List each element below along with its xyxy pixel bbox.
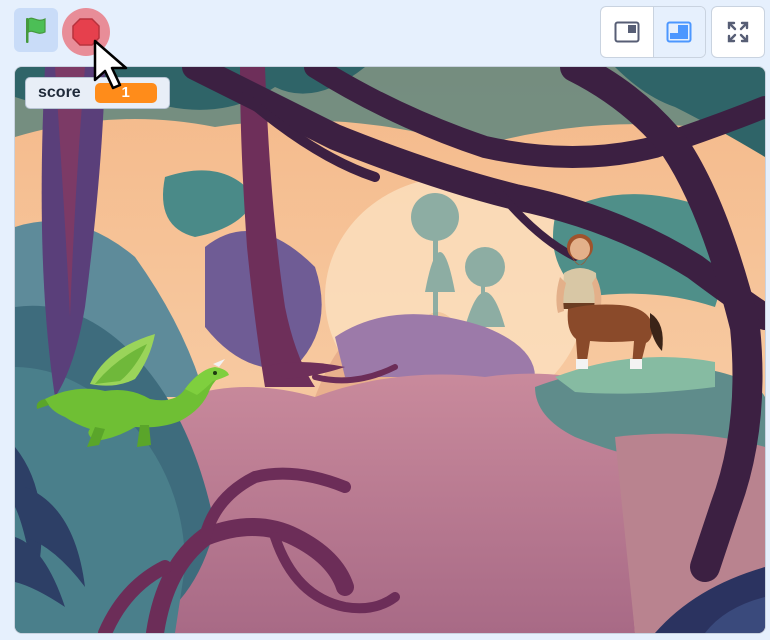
dragon-sprite[interactable] (35, 329, 235, 454)
small-stage-icon (614, 21, 640, 43)
stop-button[interactable] (62, 8, 110, 56)
normal-stage-button[interactable] (652, 7, 705, 57)
fullscreen-button[interactable] (711, 6, 765, 58)
stop-sign-icon (72, 18, 100, 46)
score-monitor-value: 1 (94, 83, 157, 103)
normal-stage-icon (666, 21, 692, 43)
score-monitor[interactable]: score 1 (25, 77, 170, 109)
stage-size-toggle (600, 6, 706, 58)
fullscreen-icon (727, 21, 749, 43)
stage-toolbar (0, 0, 770, 62)
green-flag-button[interactable] (14, 8, 58, 52)
score-monitor-label: score (38, 84, 81, 101)
small-stage-button[interactable] (601, 7, 653, 57)
stage-canvas[interactable]: score 1 (14, 66, 766, 634)
green-flag-icon (26, 17, 46, 43)
centaur-sprite[interactable] (550, 227, 670, 377)
